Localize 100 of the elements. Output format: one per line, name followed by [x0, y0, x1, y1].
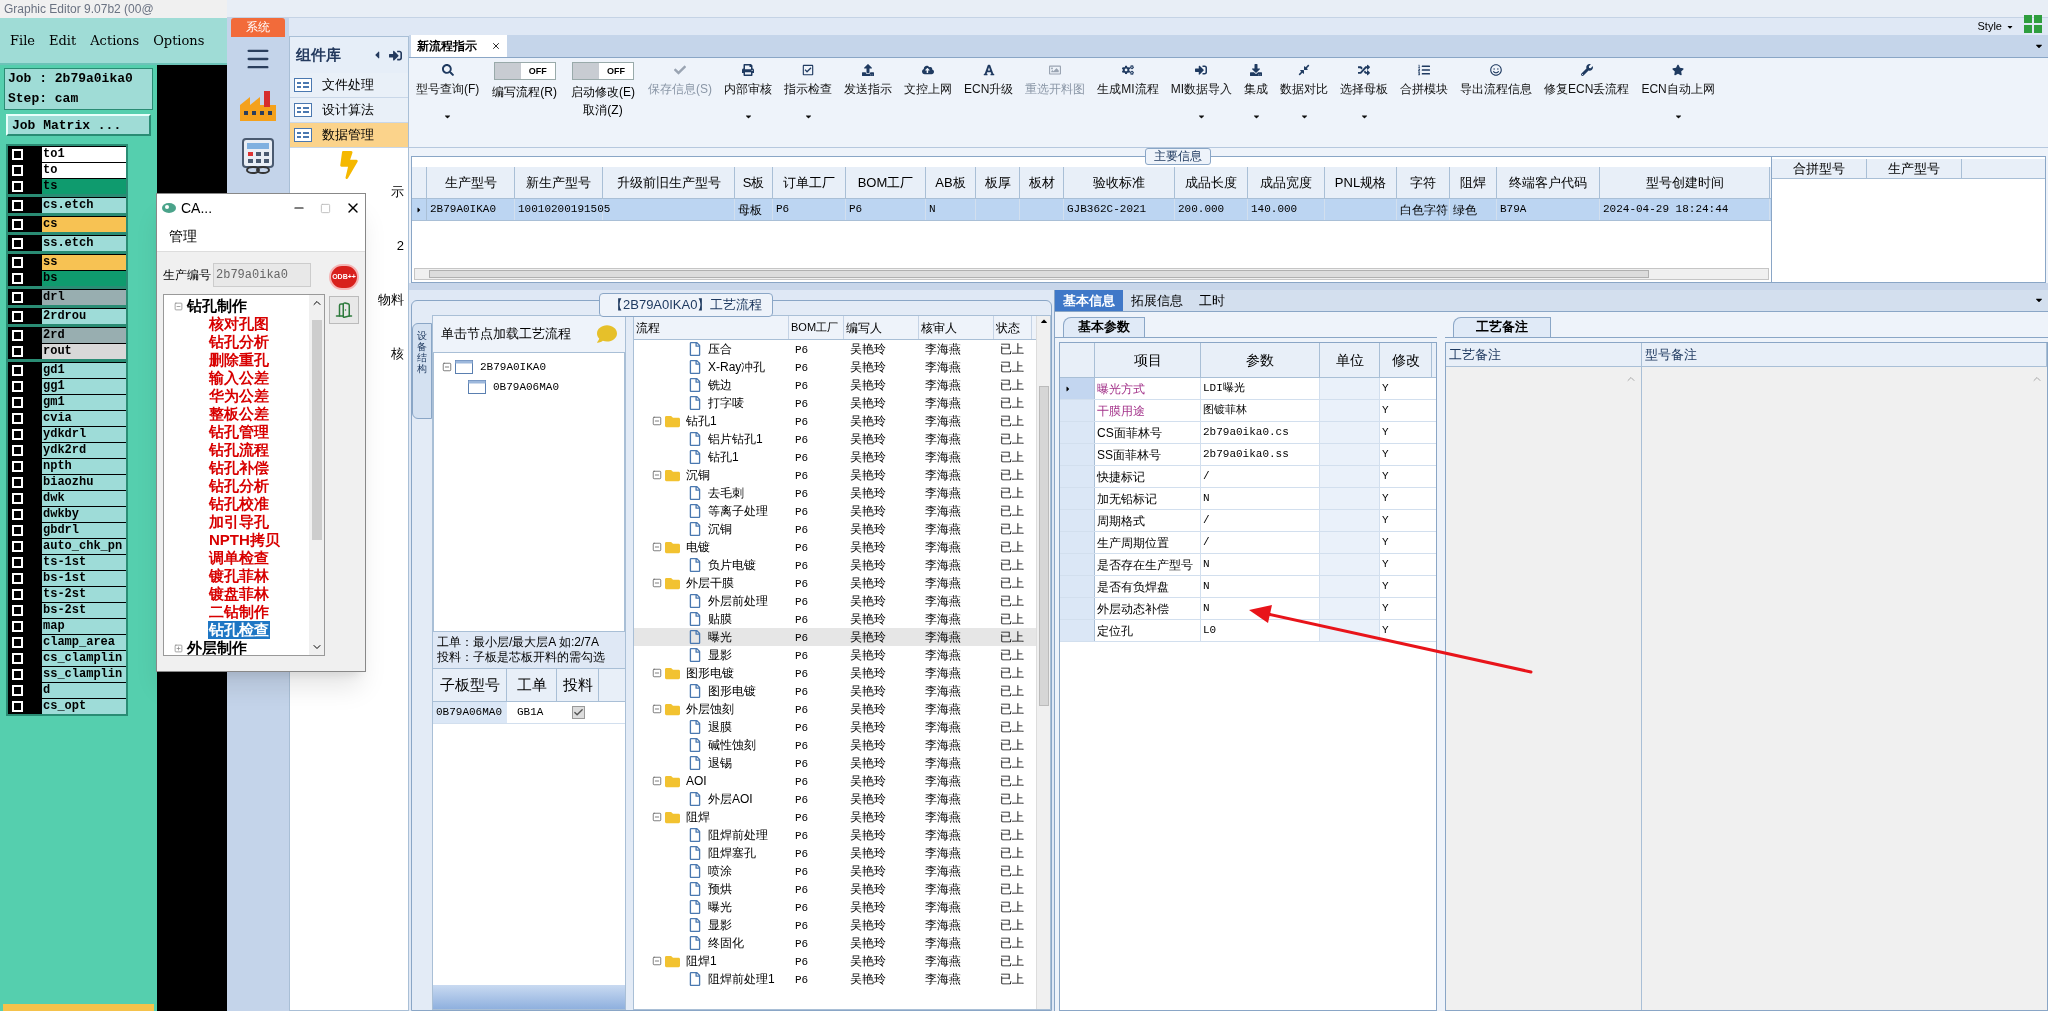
flow-row[interactable]: 外层前处理 P6 吴艳玲 李海燕 已上: [634, 592, 1036, 610]
tree-node[interactable]: 钻孔分析: [208, 333, 270, 351]
layer-checkbox[interactable]: [12, 604, 23, 616]
layer-name[interactable]: bs-2st: [42, 602, 126, 618]
layer-name[interactable]: 2rd: [42, 327, 126, 343]
column-header[interactable]: 生产型号: [1867, 159, 1962, 178]
tab[interactable]: 基本信息: [1055, 290, 1123, 311]
column-header[interactable]: 单位: [1320, 343, 1380, 377]
toolbar-button[interactable]: 内部审核: [719, 62, 777, 121]
flow-row[interactable]: 阻焊 P6 吴艳玲 李海燕 已上: [634, 808, 1036, 826]
panel-tab[interactable]: 工艺备注: [1453, 317, 1551, 337]
tree-node[interactable]: 删除重孔: [208, 351, 270, 369]
flow-row[interactable]: 碱性蚀刻 P6 吴艳玲 李海燕 已上: [634, 736, 1036, 754]
toolbar-button[interactable]: 数据对比: [1275, 62, 1334, 121]
layer-name[interactable]: ss: [42, 254, 126, 270]
component-item[interactable]: 文件处理: [290, 73, 408, 98]
menu-item[interactable]: Options: [153, 30, 205, 51]
layer-checkbox[interactable]: [12, 540, 23, 552]
tree-node[interactable]: 二钻制作: [208, 603, 270, 621]
layer-checkbox[interactable]: [12, 556, 23, 568]
panel-tab[interactable]: 基本参数: [1063, 317, 1145, 337]
table-row[interactable]: 2B79A0IKA0 10010200191505 母板 P6 P6 N GJB362C-2021 200.000 140.000 白色字符 绿色 B79A 2024-04-29 18:24:44: [412, 199, 1771, 221]
toolbar-label[interactable]: 启动修改(E): [571, 83, 635, 101]
column-header[interactable]: 编写人: [844, 316, 919, 339]
column-header[interactable]: 型号创建时间: [1600, 167, 1770, 198]
column-header[interactable]: 生产型号: [427, 167, 515, 198]
layer-name[interactable]: ydkdrl: [42, 426, 126, 442]
layer-checkbox[interactable]: [12, 396, 23, 408]
tree-node[interactable]: 钻孔校准: [208, 495, 270, 513]
column-header[interactable]: 工艺备注: [1446, 343, 1642, 366]
tree-node[interactable]: 外层制作: [187, 639, 247, 655]
flow-row[interactable]: 预烘 P6 吴艳玲 李海燕 已上: [634, 880, 1036, 898]
layer-checkbox[interactable]: [12, 218, 23, 230]
toolbar-button[interactable]: 文控上网: [899, 62, 957, 98]
tree-node[interactable]: 输入公差: [208, 369, 270, 387]
column-header[interactable]: 成品宽度: [1248, 167, 1325, 198]
horizontal-scrollbar[interactable]: [414, 268, 1769, 280]
layer-checkbox[interactable]: [12, 620, 23, 632]
component-item[interactable]: 数据管理: [290, 123, 408, 148]
layer-checkbox[interactable]: [12, 148, 23, 160]
flow-row[interactable]: 喷涂 P6 吴艳玲 李海燕 已上: [634, 862, 1036, 880]
layer-checkbox[interactable]: [12, 588, 23, 600]
flow-row[interactable]: 显影 P6 吴艳玲 李海燕 已上: [634, 916, 1036, 934]
tree-node[interactable]: 镀盘菲林: [208, 585, 270, 603]
menu-item[interactable]: Actions: [90, 30, 140, 51]
input-field[interactable]: 2b79a0ika0: [213, 263, 311, 287]
flow-row[interactable]: 退膜 P6 吴艳玲 李海燕 已上: [634, 718, 1036, 736]
tree-node[interactable]: 镀孔菲林: [208, 567, 270, 585]
vertical-scrollbar[interactable]: [1036, 316, 1050, 1009]
layer-name[interactable]: cvia: [42, 410, 126, 426]
toolbar-button[interactable]: 合拼模块: [1395, 62, 1454, 98]
flow-row[interactable]: 沉铜 P6 吴艳玲 李海燕 已上: [634, 520, 1036, 538]
tree-node[interactable]: 核对孔图: [208, 315, 270, 333]
column-header[interactable]: 验收标准: [1064, 167, 1175, 198]
flow-row[interactable]: 阻焊前处理1 P6 吴艳玲 李海燕 已上: [634, 970, 1036, 988]
toolbar-button[interactable]: 生成MI流程: [1092, 62, 1164, 98]
layer-checkbox[interactable]: [12, 476, 23, 488]
flow-row[interactable]: 曝光 P6 吴艳玲 李海燕 已上: [634, 628, 1036, 646]
layer-name[interactable]: 2rdrou: [42, 308, 126, 324]
flow-row[interactable]: 贴膜 P6 吴艳玲 李海燕 已上: [634, 610, 1036, 628]
menu-item[interactable]: Edit: [49, 30, 77, 51]
tab[interactable]: 工时: [1191, 290, 1233, 311]
layer-checkbox[interactable]: [12, 412, 23, 424]
layer-name[interactable]: gbdrl: [42, 522, 126, 538]
layer-name[interactable]: dwk: [42, 490, 126, 506]
flow-row[interactable]: 钻孔1 P6 吴艳玲 李海燕 已上: [634, 412, 1036, 430]
menu-item[interactable]: File: [10, 30, 36, 51]
layer-name[interactable]: gg1: [42, 378, 126, 394]
tree-node[interactable]: 钻孔制作: [187, 297, 247, 315]
tree-node[interactable]: 钻孔分析: [208, 477, 270, 495]
toolbar-button[interactable]: 修复ECN丢流程: [1539, 62, 1635, 98]
flow-row[interactable]: 钻孔1 P6 吴艳玲 李海燕 已上: [634, 448, 1036, 466]
column-header[interactable]: BOM工厂: [789, 316, 844, 339]
column-header[interactable]: 订单工厂: [773, 167, 846, 198]
layer-name[interactable]: cs_opt: [42, 698, 126, 714]
menu-item[interactable]: 管理: [169, 226, 197, 247]
layer-name[interactable]: clamp_area: [42, 634, 126, 650]
document-tab[interactable]: 新流程指示: [411, 35, 507, 57]
column-header[interactable]: AB板: [926, 167, 976, 198]
layer-checkbox[interactable]: [12, 508, 23, 520]
calculator-icon[interactable]: [240, 137, 276, 175]
tree-node[interactable]: 钻孔流程: [208, 441, 270, 459]
layer-name[interactable]: to: [42, 162, 126, 178]
tree-node[interactable]: 调单检查: [208, 549, 270, 567]
toolbar-button[interactable]: 选择母板: [1335, 62, 1394, 121]
tree-node[interactable]: NPTH拷贝: [208, 531, 281, 549]
flow-row[interactable]: 阻焊塞孔 P6 吴艳玲 李海燕 已上: [634, 844, 1036, 862]
flow-row[interactable]: 负片电镀 P6 吴艳玲 李海燕 已上: [634, 556, 1036, 574]
job-matrix-button[interactable]: Job Matrix ...: [6, 114, 151, 136]
layer-name[interactable]: gm1: [42, 394, 126, 410]
flow-row[interactable]: 显影 P6 吴艳玲 李海燕 已上: [634, 646, 1036, 664]
column-header[interactable]: 升级前旧生产型号: [603, 167, 735, 198]
column-header[interactable]: 型号备注: [1642, 343, 2047, 366]
layer-name[interactable]: ts-2st: [42, 586, 126, 602]
column-header[interactable]: 工单: [507, 669, 557, 701]
column-header[interactable]: 字符: [1397, 167, 1450, 198]
layer-name[interactable]: rout: [42, 343, 126, 359]
flow-row[interactable]: 铝片钻孔1 P6 吴艳玲 李海燕 已上: [634, 430, 1036, 448]
column-header[interactable]: 投料: [557, 669, 599, 701]
layer-checkbox[interactable]: [12, 524, 23, 536]
